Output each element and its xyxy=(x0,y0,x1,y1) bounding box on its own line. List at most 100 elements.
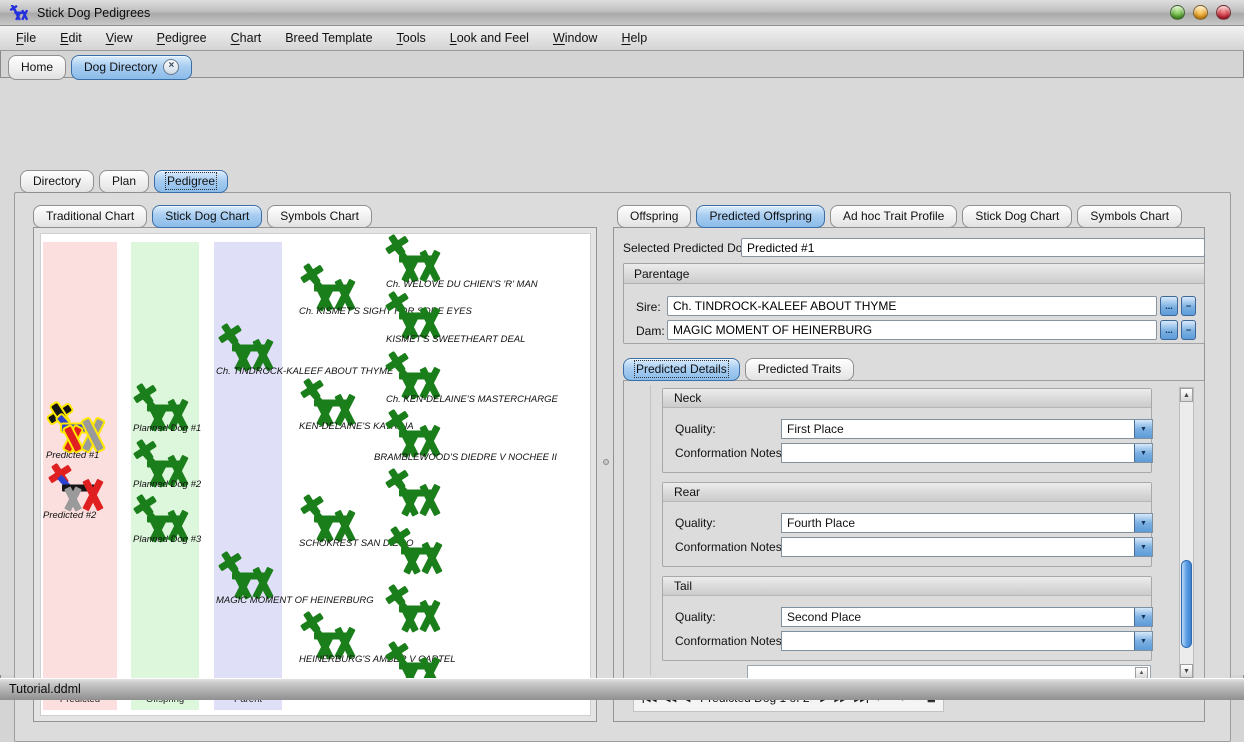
quality-combobox[interactable]: Second Place▼ xyxy=(781,607,1153,627)
trait-group-title: Rear xyxy=(663,483,1151,502)
trait-group-tail: TailQuality:Second Place▼Conformation No… xyxy=(662,576,1152,661)
combobox-value: Second Place xyxy=(782,608,1134,626)
chart-tab-bar: Traditional Chart Stick Dog Chart Symbols … xyxy=(33,205,372,228)
tab-label: Home xyxy=(21,60,53,74)
conformation-notes-combobox[interactable]: ▼ xyxy=(781,537,1153,557)
offspring-tab-ad-hoc-trait-profile[interactable]: Ad hoc Trait Profile xyxy=(830,205,957,228)
doc-tab-home[interactable]: Home xyxy=(8,55,66,80)
stick-dog-icon[interactable] xyxy=(384,586,448,634)
dog-magic-moment-of-heinerburg[interactable] xyxy=(217,553,281,601)
view-tab-plan[interactable]: Plan xyxy=(99,170,149,193)
sire-browse-button[interactable]: ... xyxy=(1160,296,1178,316)
minimize-button[interactable] xyxy=(1170,5,1185,20)
title-bar: Stick Dog Pedigrees xyxy=(0,0,1244,26)
dog-name-label: Predicted #1 xyxy=(46,450,99,461)
view-tab-pedigree[interactable]: Pedigree xyxy=(154,170,228,193)
dog-predicted-1[interactable] xyxy=(47,405,111,453)
conformation-notes-combobox[interactable]: ▼ xyxy=(781,631,1153,651)
menu-tools[interactable]: Tools xyxy=(385,28,438,48)
dropdown-arrow-icon[interactable]: ▼ xyxy=(1134,608,1152,626)
scrollbar-thumb[interactable] xyxy=(1181,560,1192,648)
stick-dog-icon[interactable] xyxy=(386,528,450,576)
predicted-details-panel: NeckQuality:First Place▼Conformation Not… xyxy=(623,380,1205,680)
predicted-offspring-panel: Selected Predicted Dog: Parentage Sire: … xyxy=(613,227,1205,722)
dropdown-arrow-icon[interactable]: ▼ xyxy=(1134,514,1152,532)
menu-edit[interactable]: Edit xyxy=(48,28,94,48)
dropdown-arrow-icon[interactable]: ▼ xyxy=(1134,420,1152,438)
dog-schokrest-san-diego[interactable] xyxy=(299,496,363,544)
conformation-notes-label: Conformation Notes: xyxy=(675,540,785,554)
dog-name-label: Ch. WELOVE DU CHIEN'S 'R' MAN xyxy=(386,279,538,290)
maximize-button[interactable] xyxy=(1193,5,1208,20)
dropdown-arrow-icon[interactable]: ▼ xyxy=(1134,538,1152,556)
content-shell: Directory Plan Pedigree Traditional Chart S… xyxy=(0,77,1244,675)
menu-look-and-feel[interactable]: Look and Feel xyxy=(438,28,541,48)
split-divider[interactable] xyxy=(600,227,610,722)
dog-predicted-2[interactable] xyxy=(47,465,111,513)
close-tab-icon[interactable]: × xyxy=(163,59,179,75)
conformation-notes-label: Conformation Notes: xyxy=(675,634,785,648)
tab-label: Symbols Chart xyxy=(280,209,359,223)
dog-name-label: BRAMBLEWOOD'S DIEDRE V NOCHEE II xyxy=(374,452,557,463)
offspring-tab-offspring[interactable]: Offspring xyxy=(617,205,691,228)
tab-label: Offspring xyxy=(630,209,678,223)
combobox-value: Fourth Place xyxy=(782,514,1134,532)
dog-name-label: Planned Dog #2 xyxy=(133,479,201,490)
menu-breed-template[interactable]: Breed Template xyxy=(273,28,384,48)
dropdown-arrow-icon[interactable]: ▼ xyxy=(1134,632,1152,650)
tab-label: Pedigree xyxy=(167,174,215,188)
tab-label: Stick Dog Chart xyxy=(165,209,249,223)
menu-help[interactable]: Help xyxy=(609,28,659,48)
menu-chart[interactable]: Chart xyxy=(219,28,274,48)
tab-label: Directory xyxy=(33,174,81,188)
dog-name-label: KISMET'S SWEETHEART DEAL xyxy=(386,334,525,345)
offspring-tab-predicted-offspring[interactable]: Predicted Offspring xyxy=(696,205,825,228)
quality-label: Quality: xyxy=(675,422,716,436)
detail-tab-predicted-traits[interactable]: Predicted Traits xyxy=(745,358,854,381)
quality-label: Quality: xyxy=(675,610,716,624)
trait-group-list: NeckQuality:First Place▼Conformation Not… xyxy=(662,388,1152,661)
tab-label: Dog Directory xyxy=(84,60,157,74)
viewport-border xyxy=(650,385,651,675)
menu-view[interactable]: View xyxy=(94,28,145,48)
view-tab-bar: Directory Plan Pedigree xyxy=(20,170,228,193)
dog-name-label: Ch. TINDROCK-KALEEF ABOUT THYME xyxy=(216,366,393,377)
chart-tab-traditional-chart[interactable]: Traditional Chart xyxy=(33,205,147,228)
quality-combobox[interactable]: First Place▼ xyxy=(781,419,1153,439)
chart-panel: PredictedOffspringParentCh. WELOVE DU CH… xyxy=(33,227,597,722)
dog-name-label: Planned Dog #3 xyxy=(133,534,201,545)
menu-window[interactable]: Window xyxy=(541,28,609,48)
selected-predicted-dog-field[interactable] xyxy=(741,238,1205,257)
menu-bar: FileEditViewPedigreeChartBreed TemplateT… xyxy=(0,26,1244,51)
details-scrollbar[interactable]: ▲ ▼ xyxy=(1179,387,1194,679)
dam-remove-button[interactable]: − xyxy=(1181,320,1196,340)
scroll-up-button[interactable]: ▲ xyxy=(1180,388,1193,402)
offspring-tab-stick-dog-chart[interactable]: Stick Dog Chart xyxy=(962,205,1072,228)
sire-remove-button[interactable]: − xyxy=(1181,296,1196,316)
quality-combobox[interactable]: Fourth Place▼ xyxy=(781,513,1153,533)
pedigree-chart: PredictedOffspringParentCh. WELOVE DU CH… xyxy=(40,233,591,716)
detail-tab-predicted-details[interactable]: Predicted Details xyxy=(623,358,740,381)
stick-dog-icon[interactable] xyxy=(384,470,448,518)
menu-file[interactable]: File xyxy=(4,28,48,48)
dam-field[interactable] xyxy=(667,320,1157,340)
window-controls xyxy=(1170,5,1235,20)
chart-tab-symbols-chart[interactable]: Symbols Chart xyxy=(267,205,372,228)
tab-label: Stick Dog Chart xyxy=(975,209,1059,223)
menu-pedigree[interactable]: Pedigree xyxy=(145,28,219,48)
sire-field[interactable] xyxy=(667,296,1157,316)
dog-name-label: Predicted #2 xyxy=(43,510,96,521)
combobox-value xyxy=(782,632,1134,650)
chart-tab-stick-dog-chart[interactable]: Stick Dog Chart xyxy=(152,205,262,228)
doc-tab-dog-directory[interactable]: Dog Directory × xyxy=(71,55,192,80)
dog-ch-welove-du-chien-s-r-man[interactable] xyxy=(384,236,448,284)
dam-browse-button[interactable]: ... xyxy=(1160,320,1178,340)
close-button[interactable] xyxy=(1216,5,1231,20)
conformation-notes-combobox[interactable]: ▼ xyxy=(781,443,1153,463)
dropdown-arrow-icon[interactable]: ▼ xyxy=(1134,444,1152,462)
scroll-down-button[interactable]: ▼ xyxy=(1180,664,1193,678)
view-tab-directory[interactable]: Directory xyxy=(20,170,94,193)
offspring-tab-symbols-chart[interactable]: Symbols Chart xyxy=(1077,205,1182,228)
app-icon xyxy=(9,5,31,21)
trait-group-rear: RearQuality:Fourth Place▼Conformation No… xyxy=(662,482,1152,567)
